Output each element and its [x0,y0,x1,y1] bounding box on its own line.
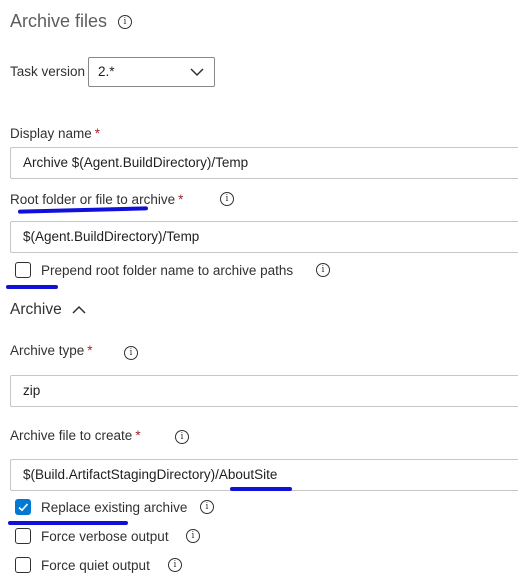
archive-file-label-text: Archive file to create [10,428,133,443]
force-quiet-label: Force quiet output [41,558,150,573]
archive-type-label: Archive type * [10,342,93,360]
required-marker: * [178,192,184,207]
page-title: Archive files [10,11,108,31]
task-version-select[interactable]: 2.* [88,57,215,87]
info-icon[interactable]: i [118,15,132,29]
replace-archive-label: Replace existing archive [41,500,188,515]
archive-section-header[interactable]: Archive [10,300,86,320]
display-name-input[interactable]: Archive $(Agent.BuildDirectory)/Temp [10,147,518,179]
replace-archive-checkbox[interactable] [15,499,31,515]
info-icon[interactable]: i [220,192,234,206]
task-version-value: 2.* [98,64,115,79]
info-icon[interactable]: i [186,529,200,543]
checkmark-icon [18,503,29,512]
info-icon[interactable]: i [316,263,330,277]
annotation-underline [6,285,58,289]
force-quiet-checkbox[interactable] [15,557,31,573]
required-marker: * [94,126,101,141]
root-folder-label-text: Root folder or file to archive [10,192,176,207]
chevron-up-icon [72,305,86,314]
task-version-label: Task version [10,64,86,79]
root-folder-label: Root folder or file to archive * [10,191,183,209]
archive-type-label-text: Archive type [10,343,85,358]
required-marker: * [87,343,93,358]
prepend-root-checkbox[interactable] [15,262,31,278]
archive-section-title: Archive [10,301,62,318]
display-name-label: Display name * [10,125,100,143]
display-name-label-text: Display name [10,126,92,141]
info-icon[interactable]: i [200,500,214,514]
force-verbose-label: Force verbose output [41,529,169,544]
prepend-root-label: Prepend root folder name to archive path… [41,263,294,278]
info-icon[interactable]: i [168,558,182,572]
chevron-down-icon [190,68,204,77]
required-marker: * [135,428,141,443]
root-folder-input[interactable]: $(Agent.BuildDirectory)/Temp [10,221,518,253]
archive-type-select[interactable]: zip [10,375,518,407]
force-verbose-checkbox[interactable] [15,528,31,544]
annotation-underline [8,521,128,525]
info-icon[interactable]: i [124,346,138,360]
annotation-underline [230,487,292,491]
archive-file-label: Archive file to create * [10,427,141,445]
info-icon[interactable]: i [175,430,189,444]
